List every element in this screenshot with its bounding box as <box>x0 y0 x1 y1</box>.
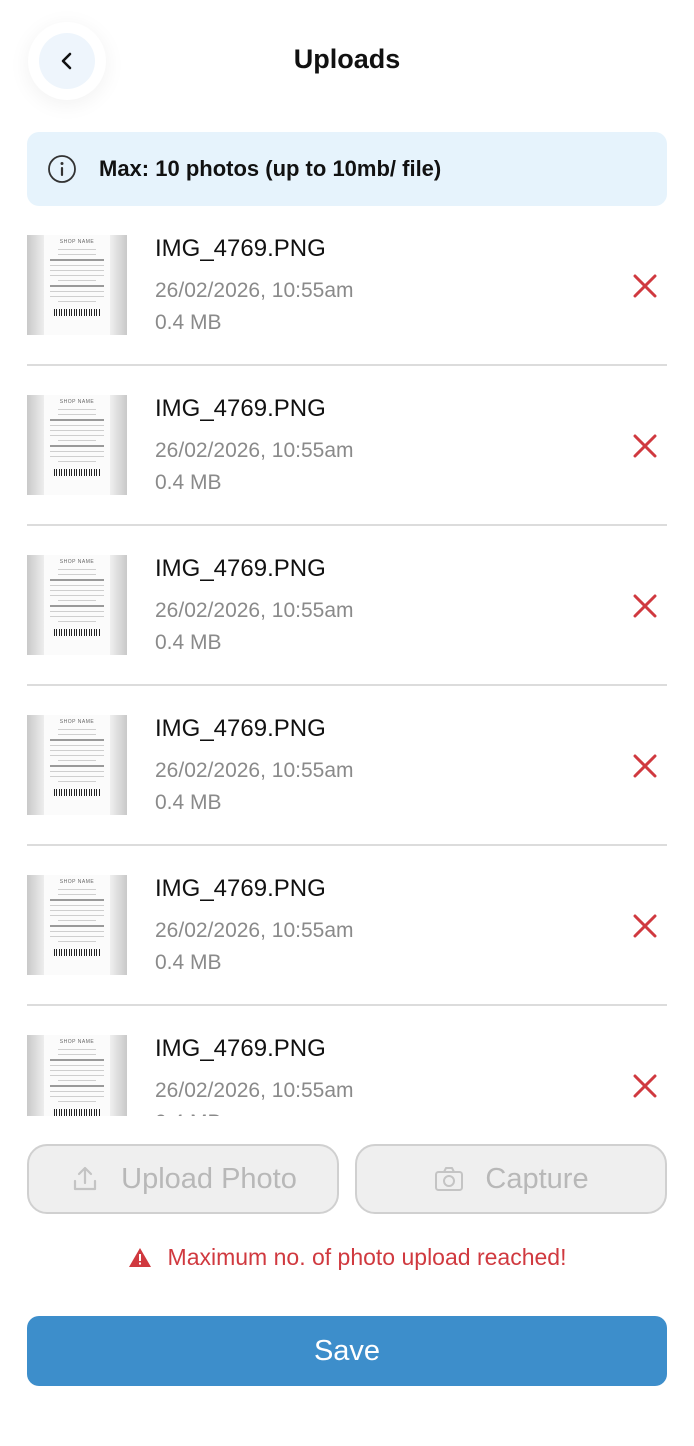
receipt-shop-name: SHOP NAME <box>59 719 95 725</box>
file-date: 26/02/2026, 10:55am <box>155 759 354 782</box>
receipt-preview: SHOP NAME <box>44 1035 110 1116</box>
close-icon <box>633 914 657 938</box>
file-list[interactable]: SHOP NAME IMG_4769.PNG 26/02/2026, 10:55… <box>27 206 667 1116</box>
remove-file-button[interactable] <box>631 272 659 300</box>
file-list-item: SHOP NAME IMG_4769.PNG 26/02/2026, 10:55… <box>27 206 667 366</box>
receipt-preview: SHOP NAME <box>44 395 110 495</box>
file-list-item: SHOP NAME IMG_4769.PNG 26/02/2026, 10:55… <box>27 686 667 846</box>
receipt-preview: SHOP NAME <box>44 555 110 655</box>
file-date: 26/02/2026, 10:55am <box>155 279 354 302</box>
receipt-shop-name: SHOP NAME <box>59 239 95 245</box>
file-date: 26/02/2026, 10:55am <box>155 599 354 622</box>
file-list-item: SHOP NAME IMG_4769.PNG 26/02/2026, 10:55… <box>27 1006 667 1116</box>
remove-file-button[interactable] <box>631 592 659 620</box>
capture-button[interactable]: Capture <box>355 1144 667 1214</box>
close-icon <box>633 1074 657 1098</box>
file-size: 0.4 MB <box>155 311 222 334</box>
upload-photo-label: Upload Photo <box>121 1162 297 1195</box>
file-thumbnail[interactable]: SHOP NAME <box>27 875 127 975</box>
file-list-item: SHOP NAME IMG_4769.PNG 26/02/2026, 10:55… <box>27 366 667 526</box>
remove-file-button[interactable] <box>631 1072 659 1100</box>
file-size: 0.4 MB <box>155 631 222 654</box>
close-icon <box>633 754 657 778</box>
upload-photo-button[interactable]: Upload Photo <box>27 1144 339 1214</box>
remove-file-button[interactable] <box>631 432 659 460</box>
file-size: 0.4 MB <box>155 951 222 974</box>
page-title: Uploads <box>293 44 401 74</box>
file-thumbnail[interactable]: SHOP NAME <box>27 1035 127 1116</box>
file-name: IMG_4769.PNG <box>155 1035 326 1062</box>
file-date: 26/02/2026, 10:55am <box>155 439 354 462</box>
file-list-item: SHOP NAME IMG_4769.PNG 26/02/2026, 10:55… <box>27 526 667 686</box>
file-size: 0.4 MB <box>155 471 222 494</box>
file-name: IMG_4769.PNG <box>155 715 326 742</box>
upload-actions: Upload Photo Capture <box>27 1144 667 1214</box>
receipt-preview: SHOP NAME <box>44 715 110 815</box>
info-banner: Max: 10 photos (up to 10mb/ file) <box>27 132 667 206</box>
file-date: 26/02/2026, 10:55am <box>155 919 354 942</box>
upload-icon <box>69 1163 101 1195</box>
header: Uploads <box>0 0 694 122</box>
receipt-preview: SHOP NAME <box>44 235 110 335</box>
file-date: 26/02/2026, 10:55am <box>155 1079 354 1102</box>
file-name: IMG_4769.PNG <box>155 395 326 422</box>
file-thumbnail[interactable]: SHOP NAME <box>27 715 127 815</box>
capture-label: Capture <box>485 1162 589 1195</box>
receipt-shop-name: SHOP NAME <box>59 399 95 405</box>
warning-text: Maximum no. of photo upload reached! <box>167 1244 567 1270</box>
file-name: IMG_4769.PNG <box>155 555 326 582</box>
close-icon <box>633 274 657 298</box>
warning-triangle-icon <box>128 1246 152 1270</box>
file-size: 0.4 MB <box>155 1111 222 1116</box>
file-name: IMG_4769.PNG <box>155 875 326 902</box>
file-thumbnail[interactable]: SHOP NAME <box>27 555 127 655</box>
file-thumbnail[interactable]: SHOP NAME <box>27 395 127 495</box>
receipt-shop-name: SHOP NAME <box>59 1039 95 1045</box>
file-name: IMG_4769.PNG <box>155 235 326 262</box>
save-button[interactable]: Save <box>27 1316 667 1386</box>
receipt-preview: SHOP NAME <box>44 875 110 975</box>
remove-file-button[interactable] <box>631 912 659 940</box>
max-upload-warning: Maximum no. of photo upload reached! <box>0 1244 694 1271</box>
receipt-shop-name: SHOP NAME <box>59 559 95 565</box>
file-size: 0.4 MB <box>155 791 222 814</box>
info-banner-text: Max: 10 photos (up to 10mb/ file) <box>99 156 442 181</box>
camera-icon <box>433 1163 465 1195</box>
file-list-item: SHOP NAME IMG_4769.PNG 26/02/2026, 10:55… <box>27 846 667 1006</box>
remove-file-button[interactable] <box>631 752 659 780</box>
receipt-shop-name: SHOP NAME <box>59 879 95 885</box>
close-icon <box>633 594 657 618</box>
info-icon <box>47 154 77 184</box>
close-icon <box>633 434 657 458</box>
file-thumbnail[interactable]: SHOP NAME <box>27 235 127 335</box>
